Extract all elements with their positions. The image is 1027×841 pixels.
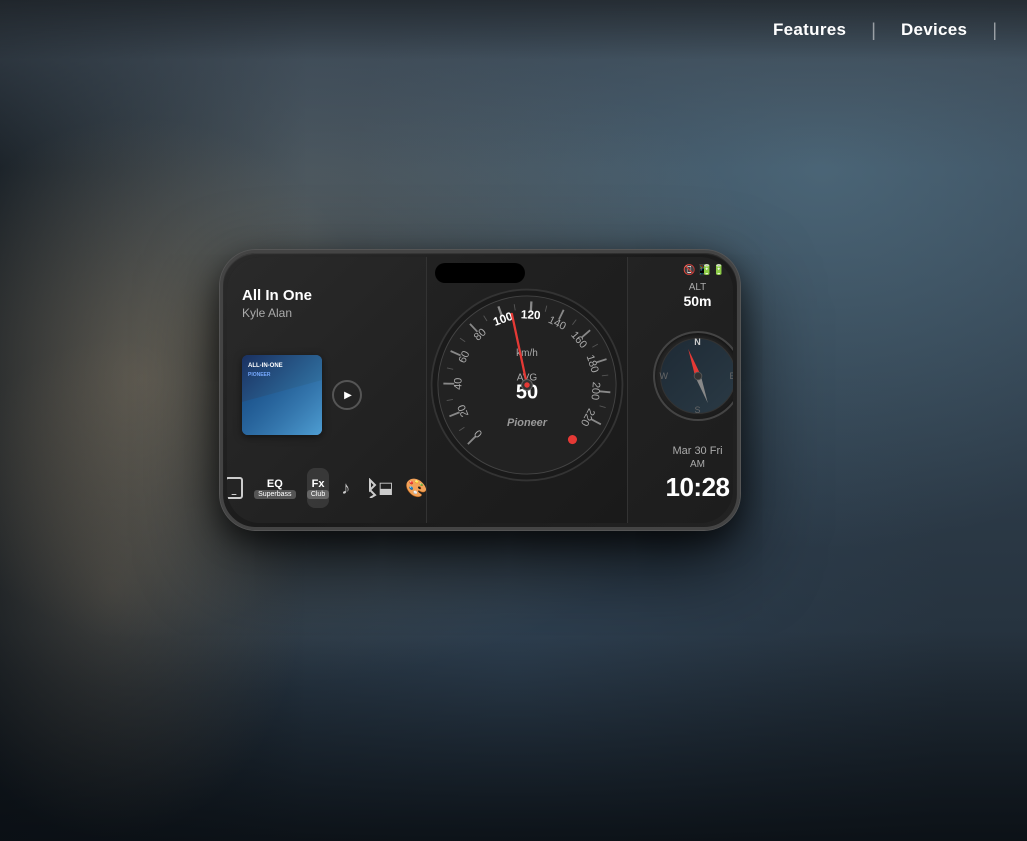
- eq-preset-badge: Superbass: [254, 490, 295, 499]
- phone-frame: 📵 🔋 All In One Kyle Alan ALL-IN-ONE PION…: [220, 250, 740, 530]
- svg-text:200: 200: [588, 381, 602, 400]
- compass: N S E W: [653, 331, 734, 421]
- phone-mockup: 📵 🔋 All In One Kyle Alan ALL-IN-ONE PION…: [220, 250, 740, 530]
- album-art: ALL-IN-ONE PIONEER: [242, 355, 322, 435]
- battery-icon: 📵: [683, 265, 695, 276]
- phone-screen: 📵 🔋 All In One Kyle Alan ALL-IN-ONE PION…: [227, 257, 733, 523]
- altitude-label: ALT: [638, 282, 733, 293]
- phone-status-icon: 🔋: [701, 265, 713, 276]
- speedometer-panel: 0 20 40 60 80: [427, 257, 627, 523]
- dynamic-island: [435, 263, 525, 283]
- date-display: Mar 30 Fri: [638, 445, 733, 457]
- navbar: Features | Devices |: [0, 0, 1027, 60]
- nav-items: Features | Devices |: [748, 20, 997, 41]
- face-icon[interactable]: 🎨: [405, 468, 427, 508]
- nav-features[interactable]: Features: [748, 20, 871, 40]
- fx-preset-badge: Club: [307, 490, 329, 499]
- speedometer-svg: 0 20 40 60 80: [427, 285, 627, 485]
- compass-container: N S E W: [628, 314, 733, 437]
- left-panel-icons: EQ Superbass Fx Club ♪: [242, 468, 411, 508]
- status-bar: 📵 🔋: [683, 265, 713, 276]
- music-title: All In One: [242, 287, 411, 304]
- bluetooth-icon[interactable]: ⬓: [362, 468, 393, 508]
- altitude-value: 50m: [638, 293, 733, 309]
- nav-devices[interactable]: Devices: [876, 20, 992, 40]
- music-artist: Kyle Alan: [242, 306, 411, 320]
- play-button[interactable]: [332, 380, 362, 410]
- album-area: ALL-IN-ONE PIONEER: [242, 332, 411, 458]
- battery-icon-status: 🔋: [713, 265, 725, 276]
- time-period: AM: [638, 459, 733, 470]
- nav-divider-2: |: [992, 20, 997, 41]
- right-panel: 📱 🔋 ALT 50m N S E W: [627, 257, 733, 523]
- music-panel: 📵 🔋 All In One Kyle Alan ALL-IN-ONE PION…: [227, 257, 427, 523]
- svg-text:120: 120: [520, 307, 541, 322]
- eq-button[interactable]: EQ Superbass: [255, 468, 295, 508]
- music-note-icon[interactable]: ♪: [341, 468, 350, 508]
- fx-button[interactable]: Fx Club: [307, 468, 329, 508]
- side-button[interactable]: [220, 333, 223, 383]
- compass-needle-svg: [655, 333, 734, 419]
- datetime-display: Mar 30 Fri AM 10:28: [628, 437, 733, 523]
- svg-text:Pioneer: Pioneer: [507, 417, 548, 429]
- album-art-text: ALL-IN-ONE PIONEER: [248, 363, 283, 378]
- speedometer: 0 20 40 60 80: [427, 285, 627, 485]
- time-display: 10:28: [638, 472, 733, 503]
- svg-text:40: 40: [452, 378, 464, 390]
- phone-icon[interactable]: [227, 468, 243, 508]
